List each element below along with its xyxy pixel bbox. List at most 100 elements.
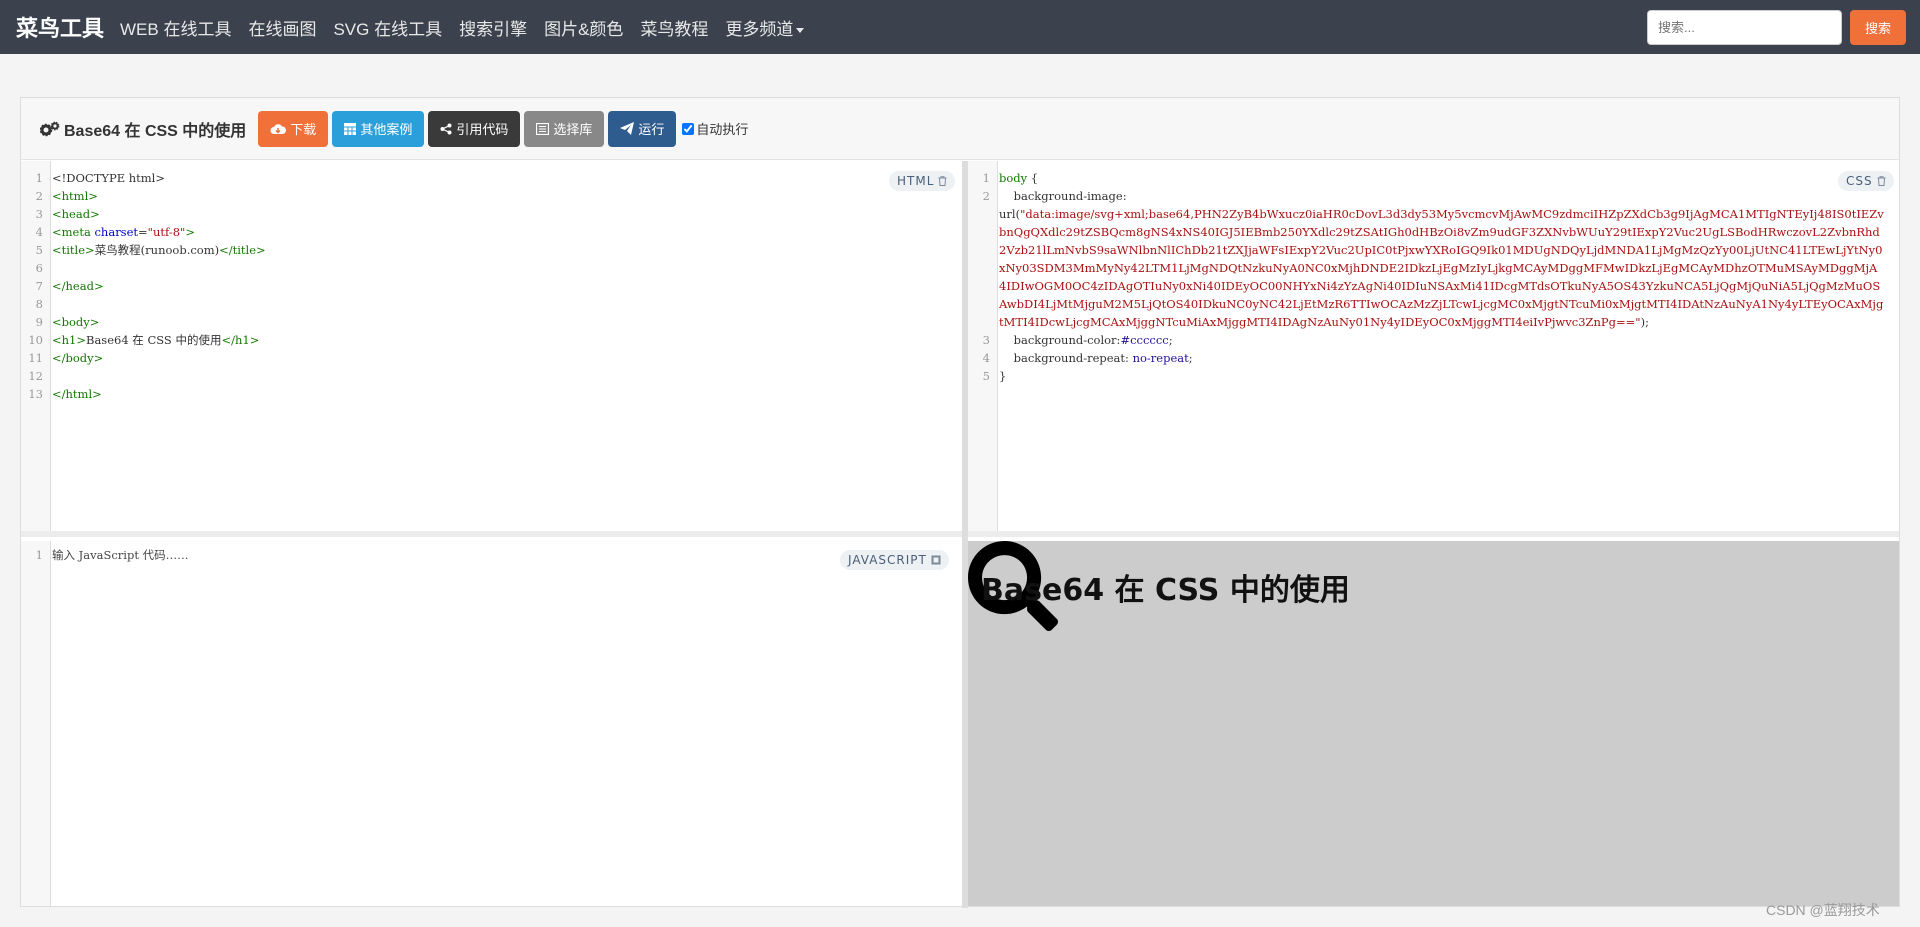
code-text: background-repeat: no-repeat; bbox=[994, 349, 1193, 367]
code-token: ; bbox=[1188, 351, 1193, 365]
line-number: 2 bbox=[982, 189, 990, 203]
code-line: 10 <h1>Base64 在 CSS 中的使用</h1> bbox=[21, 331, 962, 349]
chevron-down-icon bbox=[796, 27, 805, 33]
css-editor[interactable]: 1 body { 2 background-image: url("data:im… bbox=[968, 161, 1899, 531]
table-icon bbox=[344, 122, 357, 135]
code-text: <h1>Base64 在 CSS 中的使用</h1> bbox=[47, 331, 259, 349]
code-line: 5 <title>菜鸟教程(runoob.com)</title> bbox=[21, 241, 962, 259]
css-editor-resize-handle[interactable] bbox=[968, 531, 1899, 537]
code-text: background-image: bbox=[999, 189, 1127, 203]
code-line: 1 body { bbox=[968, 169, 1899, 187]
code-token: #cccccc bbox=[1120, 333, 1169, 347]
nav-link-search-engine[interactable]: 搜索引擎 bbox=[459, 15, 527, 40]
javascript-language-badge[interactable]: JAVASCRIPT bbox=[840, 550, 949, 570]
html-editor-resize-handle[interactable] bbox=[21, 531, 962, 537]
code-line: 1 <!DOCTYPE html> bbox=[21, 169, 962, 187]
code-token: 菜鸟教程(runoob.com) bbox=[94, 243, 220, 257]
code-text: <body> bbox=[52, 315, 100, 329]
square-icon[interactable] bbox=[931, 555, 941, 565]
search-button[interactable]: 搜索 bbox=[1850, 10, 1906, 45]
css-language-badge[interactable]: CSS bbox=[1838, 171, 1894, 191]
line-number: 5 bbox=[982, 369, 990, 383]
editor-panel: Base64 在 CSS 中的使用 下载 其他案例 引用代码 选择库 运行 自动… bbox=[20, 97, 1900, 908]
auto-run-checkbox[interactable] bbox=[682, 122, 695, 135]
javascript-language-label: JAVASCRIPT bbox=[848, 553, 927, 567]
code-text: } bbox=[999, 369, 1007, 383]
nav-link-web-tools[interactable]: WEB 在线工具 bbox=[120, 15, 231, 40]
search-input[interactable] bbox=[1647, 10, 1842, 45]
line-number: 3 bbox=[982, 333, 990, 347]
share-icon bbox=[440, 123, 452, 134]
javascript-code[interactable]: 1 输入 JavaScript 代码…… bbox=[21, 546, 962, 564]
html-code[interactable]: 1 <!DOCTYPE html> 2 <html> 3 <head> 4 <meta … bbox=[21, 169, 962, 403]
code-token: { bbox=[1027, 171, 1039, 185]
javascript-editor[interactable]: 1 输入 JavaScript 代码…… JAVASCRIPT bbox=[21, 541, 962, 906]
more-channels-label: 更多频道 bbox=[725, 19, 794, 39]
top-navbar: 菜鸟工具 WEB 在线工具 在线画图 SVG 在线工具 搜索引擎 图片&颜色 菜… bbox=[0, 0, 1920, 54]
line-number: 4 bbox=[982, 351, 990, 365]
editor-toolbar: Base64 在 CSS 中的使用 下载 其他案例 引用代码 选择库 运行 自动… bbox=[21, 98, 1899, 160]
code-token: <meta bbox=[52, 225, 91, 239]
line-number-gutter bbox=[21, 541, 51, 906]
line-number: 1 bbox=[35, 548, 43, 562]
code-text: </html> bbox=[52, 387, 102, 401]
code-text: </body> bbox=[52, 351, 104, 365]
code-token: background-repeat: bbox=[999, 351, 1133, 365]
code-line: 3 <head> bbox=[21, 205, 962, 223]
nav-link-online-draw[interactable]: 在线画图 bbox=[248, 15, 316, 40]
code-token: url( bbox=[999, 207, 1021, 221]
line-number: 9 bbox=[35, 315, 43, 329]
line-number: 11 bbox=[28, 351, 43, 365]
nav-link-image-color[interactable]: 图片&颜色 bbox=[544, 15, 623, 40]
run-label: 运行 bbox=[638, 122, 665, 137]
code-text: <title>菜鸟教程(runoob.com)</title> bbox=[47, 241, 266, 259]
line-number: 12 bbox=[28, 369, 43, 383]
line-number: 10 bbox=[28, 333, 43, 347]
code-line: 6 bbox=[21, 259, 962, 277]
html-language-badge[interactable]: HTML bbox=[889, 171, 956, 191]
code-text: <head> bbox=[52, 207, 100, 221]
code-text: <meta charset="utf-8"> bbox=[47, 223, 195, 241]
page-title: Base64 在 CSS 中的使用 bbox=[40, 117, 246, 141]
nav-links: WEB 在线工具 在线画图 SVG 在线工具 搜索引擎 图片&颜色 菜鸟教程 更… bbox=[120, 15, 821, 40]
code-token: ); bbox=[1640, 315, 1649, 329]
download-label: 下载 bbox=[290, 122, 317, 137]
run-button[interactable]: 运行 bbox=[608, 110, 677, 147]
trash-icon[interactable] bbox=[1877, 176, 1886, 186]
code-token: body bbox=[999, 171, 1028, 185]
cloud-download-icon bbox=[270, 123, 287, 134]
code-token: </title> bbox=[219, 243, 266, 257]
auto-run-toggle[interactable]: 自动执行 bbox=[682, 119, 748, 138]
line-number: 8 bbox=[35, 297, 43, 311]
css-code[interactable]: 1 body { 2 background-image: url("data:im… bbox=[968, 169, 1899, 385]
nav-link-tutorial[interactable]: 菜鸟教程 bbox=[640, 15, 708, 40]
code-text: <html> bbox=[52, 189, 98, 203]
code-line: 1 输入 JavaScript 代码…… bbox=[21, 546, 962, 564]
html-editor[interactable]: 1 <!DOCTYPE html> 2 <html> 3 <head> 4 <meta … bbox=[21, 161, 962, 531]
nav-link-svg-tools[interactable]: SVG 在线工具 bbox=[333, 15, 442, 40]
code-line: 4 <meta charset="utf-8"> bbox=[21, 223, 962, 241]
code-line: 7 </head> bbox=[21, 277, 962, 295]
download-button[interactable]: 下载 bbox=[258, 110, 329, 147]
other-cases-label: 其他案例 bbox=[360, 122, 413, 137]
code-line: 13 </html> bbox=[21, 385, 962, 403]
cite-code-button[interactable]: 引用代码 bbox=[428, 110, 521, 147]
code-token: > bbox=[185, 225, 195, 239]
brand-logo[interactable]: 菜鸟工具 bbox=[16, 11, 104, 43]
select-library-button[interactable]: 选择库 bbox=[524, 110, 605, 147]
other-cases-button[interactable]: 其他案例 bbox=[332, 110, 425, 147]
base64-data-string: "data:image/svg+xml;base64,PHN2ZyB4bWxuc… bbox=[999, 207, 1884, 329]
line-number bbox=[968, 205, 994, 331]
html-language-label: HTML bbox=[897, 174, 935, 188]
code-token: background-color: bbox=[999, 333, 1121, 347]
code-token: no-repeat bbox=[1132, 351, 1189, 365]
trash-icon[interactable] bbox=[938, 176, 947, 186]
line-number: 5 bbox=[35, 243, 43, 257]
code-token: charset bbox=[94, 225, 139, 239]
code-text: body { bbox=[994, 169, 1038, 187]
result-preview: Base64 在 CSS 中的使用 bbox=[968, 541, 1899, 906]
nav-more-channels-dropdown[interactable]: 更多频道 bbox=[725, 15, 805, 40]
code-line: 2 background-image: bbox=[968, 187, 1899, 205]
